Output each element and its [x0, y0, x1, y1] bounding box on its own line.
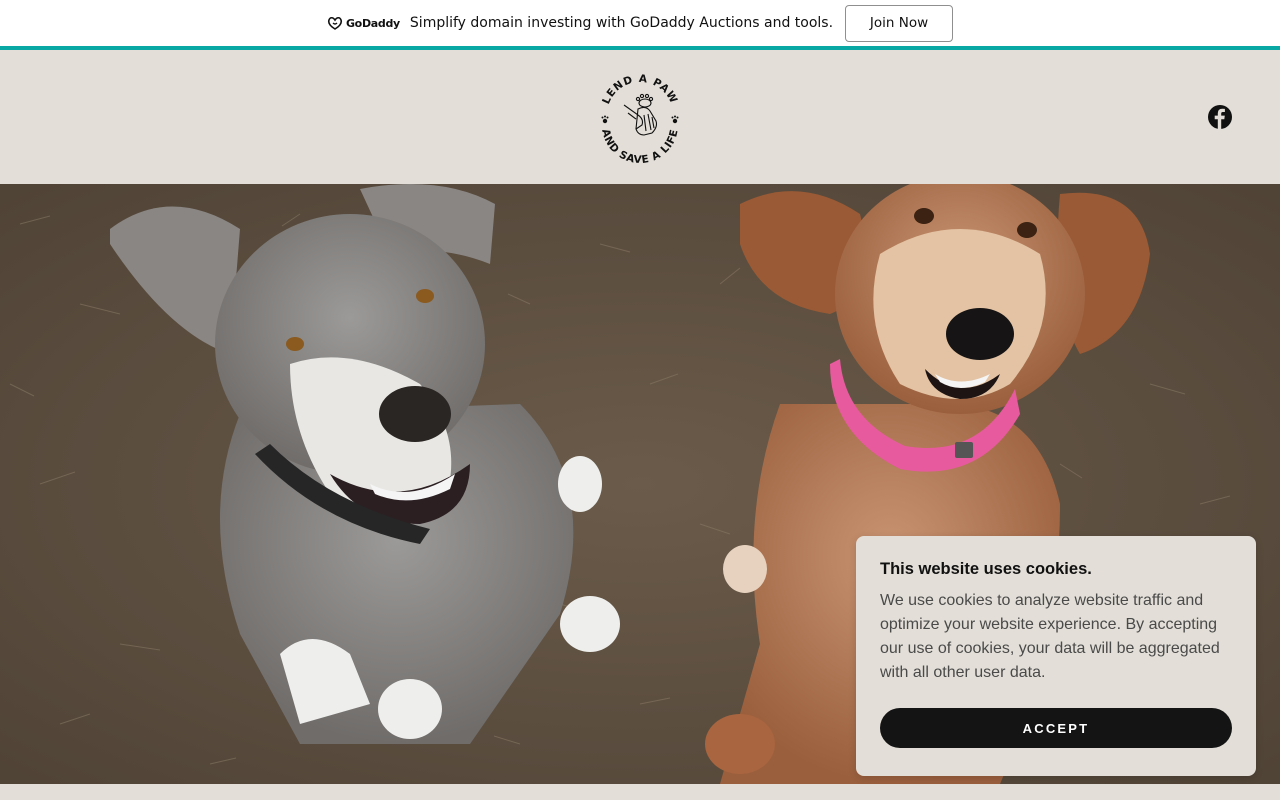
cookie-message: We use cookies to analyze website traffi…	[880, 592, 1220, 681]
site-header: LEND A PAW AND SAVE A LIFE	[0, 50, 1280, 184]
cookie-title: This website uses cookies.	[880, 560, 1092, 578]
site-logo[interactable]: LEND A PAW AND SAVE A LIFE	[594, 69, 686, 167]
godaddy-icon	[327, 16, 342, 30]
accept-cookies-button[interactable]: ACCEPT	[880, 708, 1232, 748]
paw-right-icon	[671, 115, 679, 124]
promo-content: GoDaddy Simplify domain investing with G…	[327, 4, 954, 42]
join-now-button[interactable]: Join Now	[845, 4, 954, 42]
page-background-strip	[0, 784, 1280, 800]
cookie-banner: This website uses cookies. We use cookie…	[856, 536, 1256, 776]
promo-text: Simplify domain investing with GoDaddy A…	[409, 15, 834, 31]
facebook-icon[interactable]	[1207, 104, 1233, 130]
godaddy-logo[interactable]: GoDaddy	[327, 16, 400, 30]
promo-banner: GoDaddy Simplify domain investing with G…	[0, 0, 1280, 46]
hands-and-paw-icon	[623, 93, 658, 136]
godaddy-wordmark: GoDaddy	[345, 16, 400, 30]
paw-left-icon	[601, 115, 609, 124]
